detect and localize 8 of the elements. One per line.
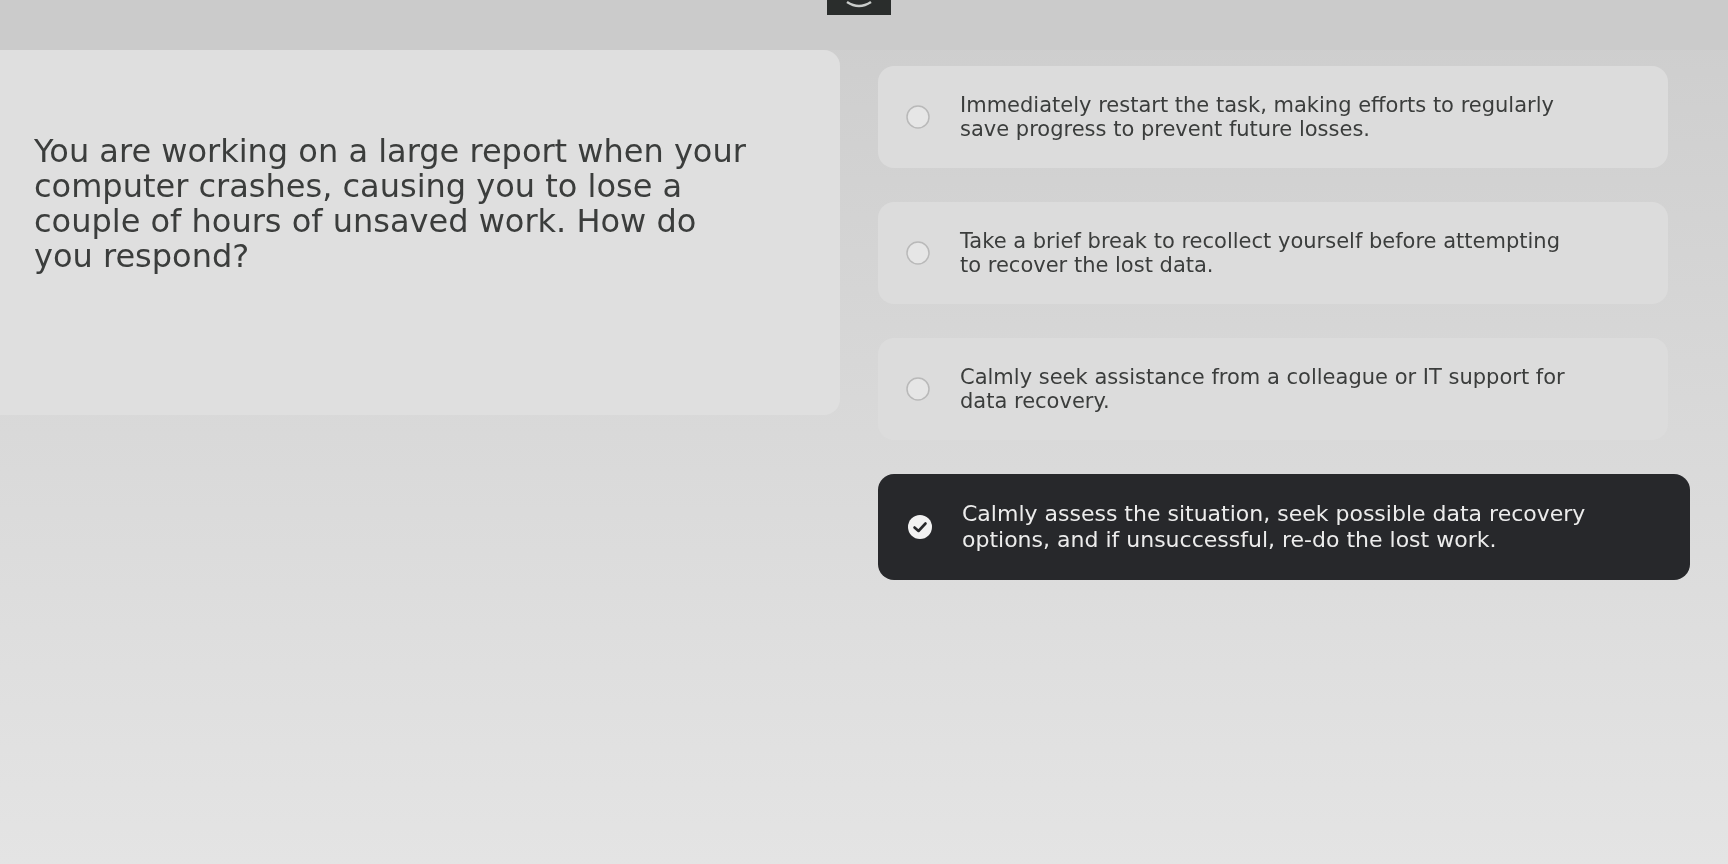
radio-icon — [906, 377, 930, 401]
answer-option[interactable]: Calmly assess the situation, seek possible data recovery options, and if unsuccessful, re-do the lost work. — [878, 474, 1690, 580]
answer-option[interactable]: Immediately restart the task, making efforts to regularly save progress to prevent future losses. — [878, 66, 1668, 168]
question-text: You are working on a large report when your computer crashes, causing you to lose a couple of hours of unsaved work. How do you respond? — [34, 134, 747, 274]
radio-icon — [906, 105, 930, 129]
answer-option[interactable]: Take a brief break to recollect yourself before attempting to recover the lost data. — [878, 202, 1668, 304]
check-circle-icon — [908, 515, 932, 539]
radio-icon — [906, 241, 930, 265]
